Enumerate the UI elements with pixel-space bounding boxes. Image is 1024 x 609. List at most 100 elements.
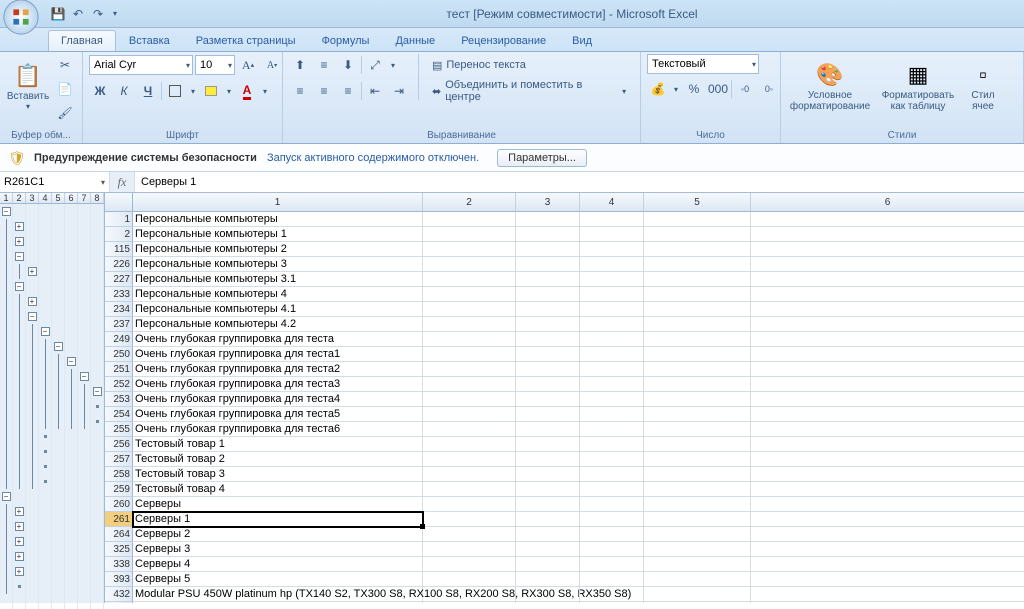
ribbon-tab-1[interactable]: Вставка [116, 30, 183, 51]
outline-level-2[interactable]: 2 [13, 193, 26, 203]
cell[interactable] [423, 362, 516, 377]
increase-font-button[interactable]: A▴ [237, 54, 259, 76]
cell[interactable] [751, 272, 1024, 287]
cell[interactable] [580, 557, 644, 572]
font-name-combo[interactable]: Arial Cyr▾ [89, 55, 193, 75]
outline-expand-button[interactable]: + [15, 552, 24, 561]
cell[interactable] [644, 497, 751, 512]
row-header[interactable]: 237 [105, 317, 133, 332]
cell[interactable] [751, 317, 1024, 332]
outline-collapse-button[interactable]: − [54, 342, 63, 351]
cell[interactable] [751, 242, 1024, 257]
cell[interactable] [423, 227, 516, 242]
cell[interactable] [751, 332, 1024, 347]
cell[interactable] [580, 317, 644, 332]
cell[interactable] [751, 452, 1024, 467]
outline-expand-button[interactable]: + [15, 237, 24, 246]
cell[interactable] [423, 212, 516, 227]
row-header[interactable]: 253 [105, 392, 133, 407]
align-center-button[interactable]: ≡ [313, 80, 335, 102]
conditional-formatting-button[interactable]: 🎨 Условное форматирование [787, 54, 873, 120]
cell[interactable] [751, 512, 1024, 527]
row-header[interactable]: 338 [105, 557, 133, 572]
decrease-indent-button[interactable]: ⇤ [364, 80, 386, 102]
cell[interactable] [516, 467, 580, 482]
outline-expand-button[interactable]: + [15, 522, 24, 531]
cell[interactable]: Очень глубокая группировка для теста2 [133, 362, 423, 377]
cell[interactable]: Серверы 5 [133, 572, 423, 587]
row-header[interactable]: 264 [105, 527, 133, 542]
copy-button[interactable]: 📄 [54, 78, 76, 100]
ribbon-tab-5[interactable]: Рецензирование [448, 30, 559, 51]
cut-button[interactable]: ✂ [54, 54, 76, 76]
cell[interactable] [423, 557, 516, 572]
cell[interactable] [516, 512, 580, 527]
column-header[interactable]: 4 [580, 193, 644, 211]
cell[interactable] [516, 437, 580, 452]
outline-expand-button[interactable]: + [15, 222, 24, 231]
cell[interactable] [516, 572, 580, 587]
cell[interactable] [423, 257, 516, 272]
outline-collapse-button[interactable]: − [15, 282, 24, 291]
cell[interactable] [423, 287, 516, 302]
outline-level-7[interactable]: 7 [78, 193, 91, 203]
row-header[interactable]: 325 [105, 542, 133, 557]
cell[interactable] [644, 422, 751, 437]
cell[interactable] [423, 242, 516, 257]
cell[interactable] [751, 407, 1024, 422]
outline-expand-button[interactable]: + [15, 507, 24, 516]
fill-color-button[interactable] [200, 80, 222, 102]
align-left-button[interactable]: ≡ [289, 80, 311, 102]
cell[interactable]: Очень глубокая группировка для теста6 [133, 422, 423, 437]
outline-collapse-button[interactable]: − [67, 357, 76, 366]
cell[interactable] [751, 437, 1024, 452]
outline-collapse-button[interactable]: − [80, 372, 89, 381]
cell[interactable] [580, 227, 644, 242]
cell[interactable] [580, 512, 644, 527]
outline-level-1[interactable]: 1 [0, 193, 13, 203]
outline-level-4[interactable]: 4 [39, 193, 52, 203]
cell[interactable] [644, 287, 751, 302]
cell[interactable] [751, 572, 1024, 587]
row-header[interactable]: 258 [105, 467, 133, 482]
outline-level-3[interactable]: 3 [26, 193, 39, 203]
cell[interactable] [644, 557, 751, 572]
cell[interactable]: Очень глубокая группировка для теста4 [133, 392, 423, 407]
cell[interactable]: Персональные компьютеры [133, 212, 423, 227]
office-button[interactable] [2, 0, 40, 36]
increase-decimal-button[interactable]: ◦0 [734, 78, 756, 100]
wrap-text-button[interactable]: ▤Перенос текста [427, 54, 634, 76]
cell[interactable] [516, 257, 580, 272]
borders-button[interactable] [164, 80, 186, 102]
cell[interactable] [423, 377, 516, 392]
cell[interactable]: Серверы [133, 497, 423, 512]
cell[interactable]: Очень глубокая группировка для теста [133, 332, 423, 347]
cell[interactable] [423, 302, 516, 317]
cell[interactable]: Серверы 2 [133, 527, 423, 542]
outline-expand-button[interactable]: + [28, 267, 37, 276]
outline-expand-button[interactable]: + [28, 297, 37, 306]
row-header[interactable]: 254 [105, 407, 133, 422]
cell[interactable] [423, 542, 516, 557]
cell[interactable] [644, 542, 751, 557]
cell[interactable] [580, 572, 644, 587]
row-header[interactable]: 250 [105, 347, 133, 362]
cell[interactable] [751, 467, 1024, 482]
cell[interactable] [516, 272, 580, 287]
ribbon-tab-4[interactable]: Данные [382, 30, 448, 51]
cell[interactable] [423, 497, 516, 512]
cell[interactable] [516, 212, 580, 227]
ribbon-tab-0[interactable]: Главная [48, 30, 116, 51]
ribbon-tab-6[interactable]: Вид [559, 30, 605, 51]
cell[interactable] [644, 392, 751, 407]
cell[interactable] [644, 332, 751, 347]
chevron-down-icon[interactable]: ▾ [671, 85, 681, 94]
row-header[interactable]: 261 [105, 512, 133, 527]
row-header[interactable]: 393 [105, 572, 133, 587]
cell[interactable] [644, 527, 751, 542]
cell[interactable] [580, 527, 644, 542]
align-top-button[interactable]: ⬆ [289, 54, 311, 76]
outline-level-6[interactable]: 6 [65, 193, 78, 203]
cell[interactable] [516, 452, 580, 467]
cell[interactable] [644, 347, 751, 362]
